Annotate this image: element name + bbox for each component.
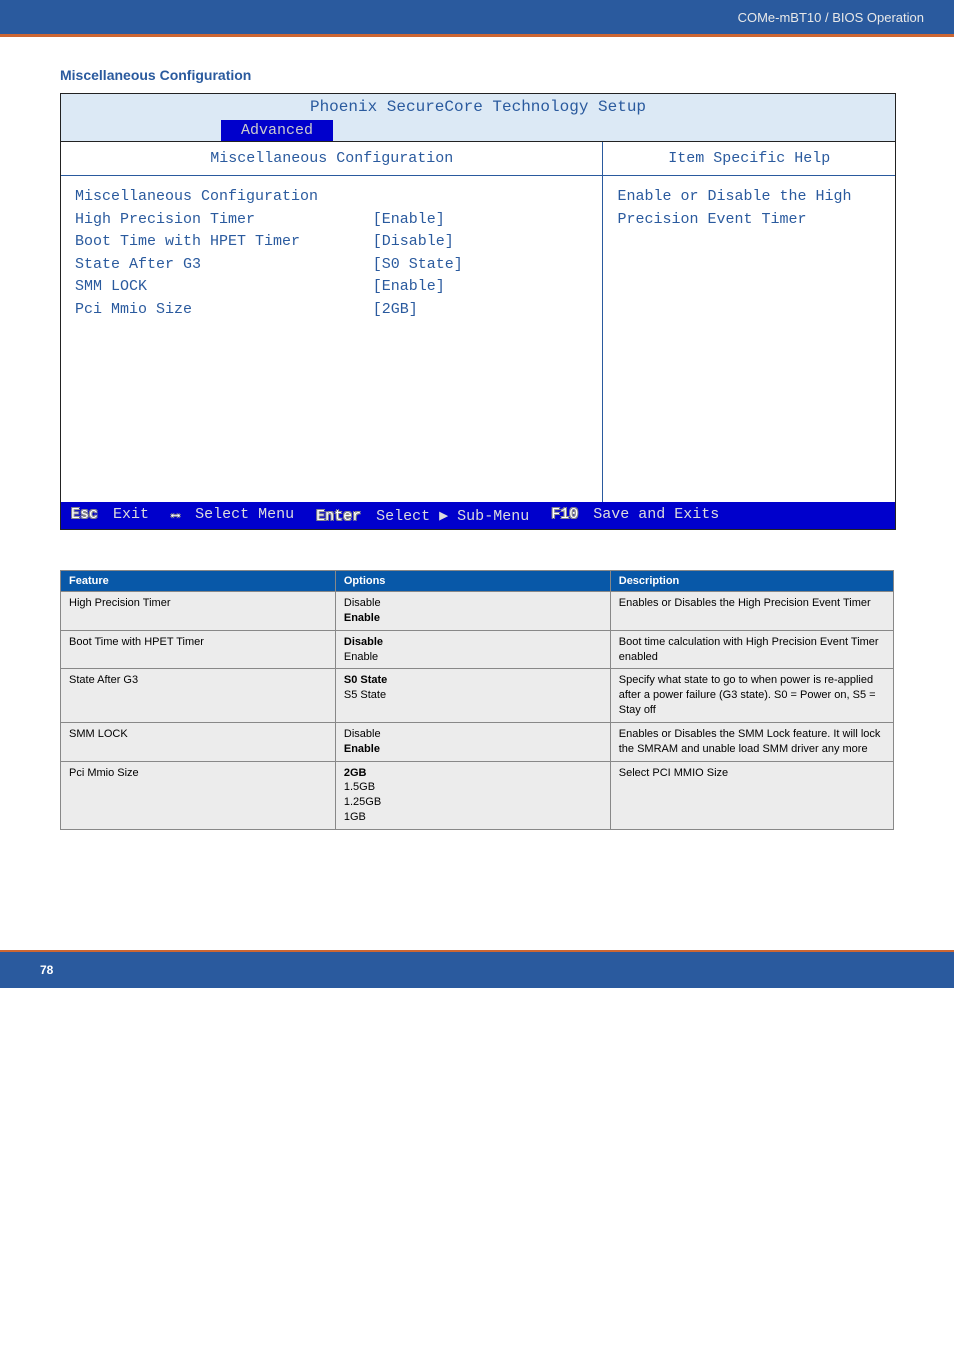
bios-item-value: [2GB]	[373, 299, 589, 322]
td-options: DisableEnable	[335, 592, 610, 631]
section-title: Miscellaneous Configuration	[60, 67, 894, 83]
esc-label: Exit	[113, 506, 149, 523]
th-description: Description	[610, 571, 893, 592]
td-description: Enables or Disables the SMM Lock feature…	[610, 722, 893, 761]
page-number: 78	[40, 963, 53, 977]
bios-panel: Phoenix SecureCore Technology Setup Adva…	[60, 93, 896, 530]
td-feature: SMM LOCK	[61, 722, 336, 761]
bios-help-text: Enable or Disable the High Precision Eve…	[603, 176, 895, 241]
bios-main-content: Miscellaneous Configuration High Precisi…	[61, 176, 602, 331]
bios-item-hpt[interactable]: High Precision Timer [Enable]	[75, 209, 588, 232]
td-feature: High Precision Timer	[61, 592, 336, 631]
td-description: Select PCI MMIO Size	[610, 761, 893, 829]
enter-key: Enter	[316, 508, 361, 525]
table-row: Boot Time with HPET TimerDisableEnableBo…	[61, 630, 894, 669]
bios-main: Miscellaneous Configuration Miscellaneou…	[61, 142, 603, 502]
bios-item-label: Boot Time with HPET Timer	[75, 231, 373, 254]
header-bar: COMe-mBT10 / BIOS Operation	[0, 0, 954, 37]
bios-footer: Esc Exit ↔ Select Menu Enter Select ▶ Su…	[61, 502, 895, 529]
bios-item-value: [Enable]	[373, 209, 589, 232]
bios-nav-select-menu[interactable]: ↔ Select Menu	[169, 506, 294, 525]
td-feature: Pci Mmio Size	[61, 761, 336, 829]
bios-item-label: SMM LOCK	[75, 276, 373, 299]
bios-group-label-text: Miscellaneous Configuration	[75, 186, 318, 209]
esc-key: Esc	[71, 506, 98, 523]
bios-side-heading: Item Specific Help	[603, 142, 895, 176]
th-options: Options	[335, 571, 610, 592]
table-row: State After G3S0 StateS5 StateSpecify wh…	[61, 669, 894, 723]
bios-item-state-g3[interactable]: State After G3 [S0 State]	[75, 254, 588, 277]
header-text: COMe-mBT10 / BIOS Operation	[738, 10, 924, 25]
th-feature: Feature	[61, 571, 336, 592]
arrows-key: ↔	[171, 506, 180, 523]
bios-side: Item Specific Help Enable or Disable the…	[603, 142, 895, 502]
f10-key: F10	[551, 506, 578, 523]
arrows-label: Select Menu	[195, 506, 294, 523]
bios-tab-advanced[interactable]: Advanced	[221, 120, 333, 141]
enter-label: Select ▶ Sub-Menu	[376, 508, 529, 525]
bios-item-label: Pci Mmio Size	[75, 299, 373, 322]
bios-nav-submenu[interactable]: Enter Select ▶ Sub-Menu	[314, 506, 529, 525]
bios-item-label: State After G3	[75, 254, 373, 277]
td-options: DisableEnable	[335, 630, 610, 669]
table-row: Pci Mmio Size2GB1.5GB1.25GB1GBSelect PCI…	[61, 761, 894, 829]
bios-item-value: [Enable]	[373, 276, 589, 299]
bios-body: Miscellaneous Configuration Miscellaneou…	[61, 141, 895, 502]
td-description: Boot time calculation with High Precisio…	[610, 630, 893, 669]
bios-item-value: [S0 State]	[373, 254, 589, 277]
table-header-row: Feature Options Description	[61, 571, 894, 592]
td-options: DisableEnable	[335, 722, 610, 761]
bios-tab-row: Advanced	[61, 120, 895, 141]
bios-group-label: Miscellaneous Configuration	[75, 186, 588, 209]
bios-nav-exit[interactable]: Esc Exit	[69, 506, 149, 525]
page-footer: 78	[0, 950, 954, 988]
table-row: High Precision TimerDisableEnableEnables…	[61, 592, 894, 631]
bios-nav-save[interactable]: F10 Save and Exits	[549, 506, 719, 525]
table-row: SMM LOCKDisableEnableEnables or Disables…	[61, 722, 894, 761]
feature-table: Feature Options Description High Precisi…	[60, 570, 894, 830]
page-content: Miscellaneous Configuration Phoenix Secu…	[0, 37, 954, 950]
td-feature: State After G3	[61, 669, 336, 723]
td-options: S0 StateS5 State	[335, 669, 610, 723]
bios-item-smm-lock[interactable]: SMM LOCK [Enable]	[75, 276, 588, 299]
bios-item-pci-mmio[interactable]: Pci Mmio Size [2GB]	[75, 299, 588, 322]
td-options: 2GB1.5GB1.25GB1GB	[335, 761, 610, 829]
bios-item-value: [Disable]	[373, 231, 589, 254]
td-description: Enables or Disables the High Precision E…	[610, 592, 893, 631]
bios-title: Phoenix SecureCore Technology Setup	[61, 94, 895, 120]
f10-label: Save and Exits	[593, 506, 719, 523]
bios-main-heading: Miscellaneous Configuration	[61, 142, 602, 176]
bios-item-boot-time[interactable]: Boot Time with HPET Timer [Disable]	[75, 231, 588, 254]
bios-item-label: High Precision Timer	[75, 209, 373, 232]
td-description: Specify what state to go to when power i…	[610, 669, 893, 723]
td-feature: Boot Time with HPET Timer	[61, 630, 336, 669]
